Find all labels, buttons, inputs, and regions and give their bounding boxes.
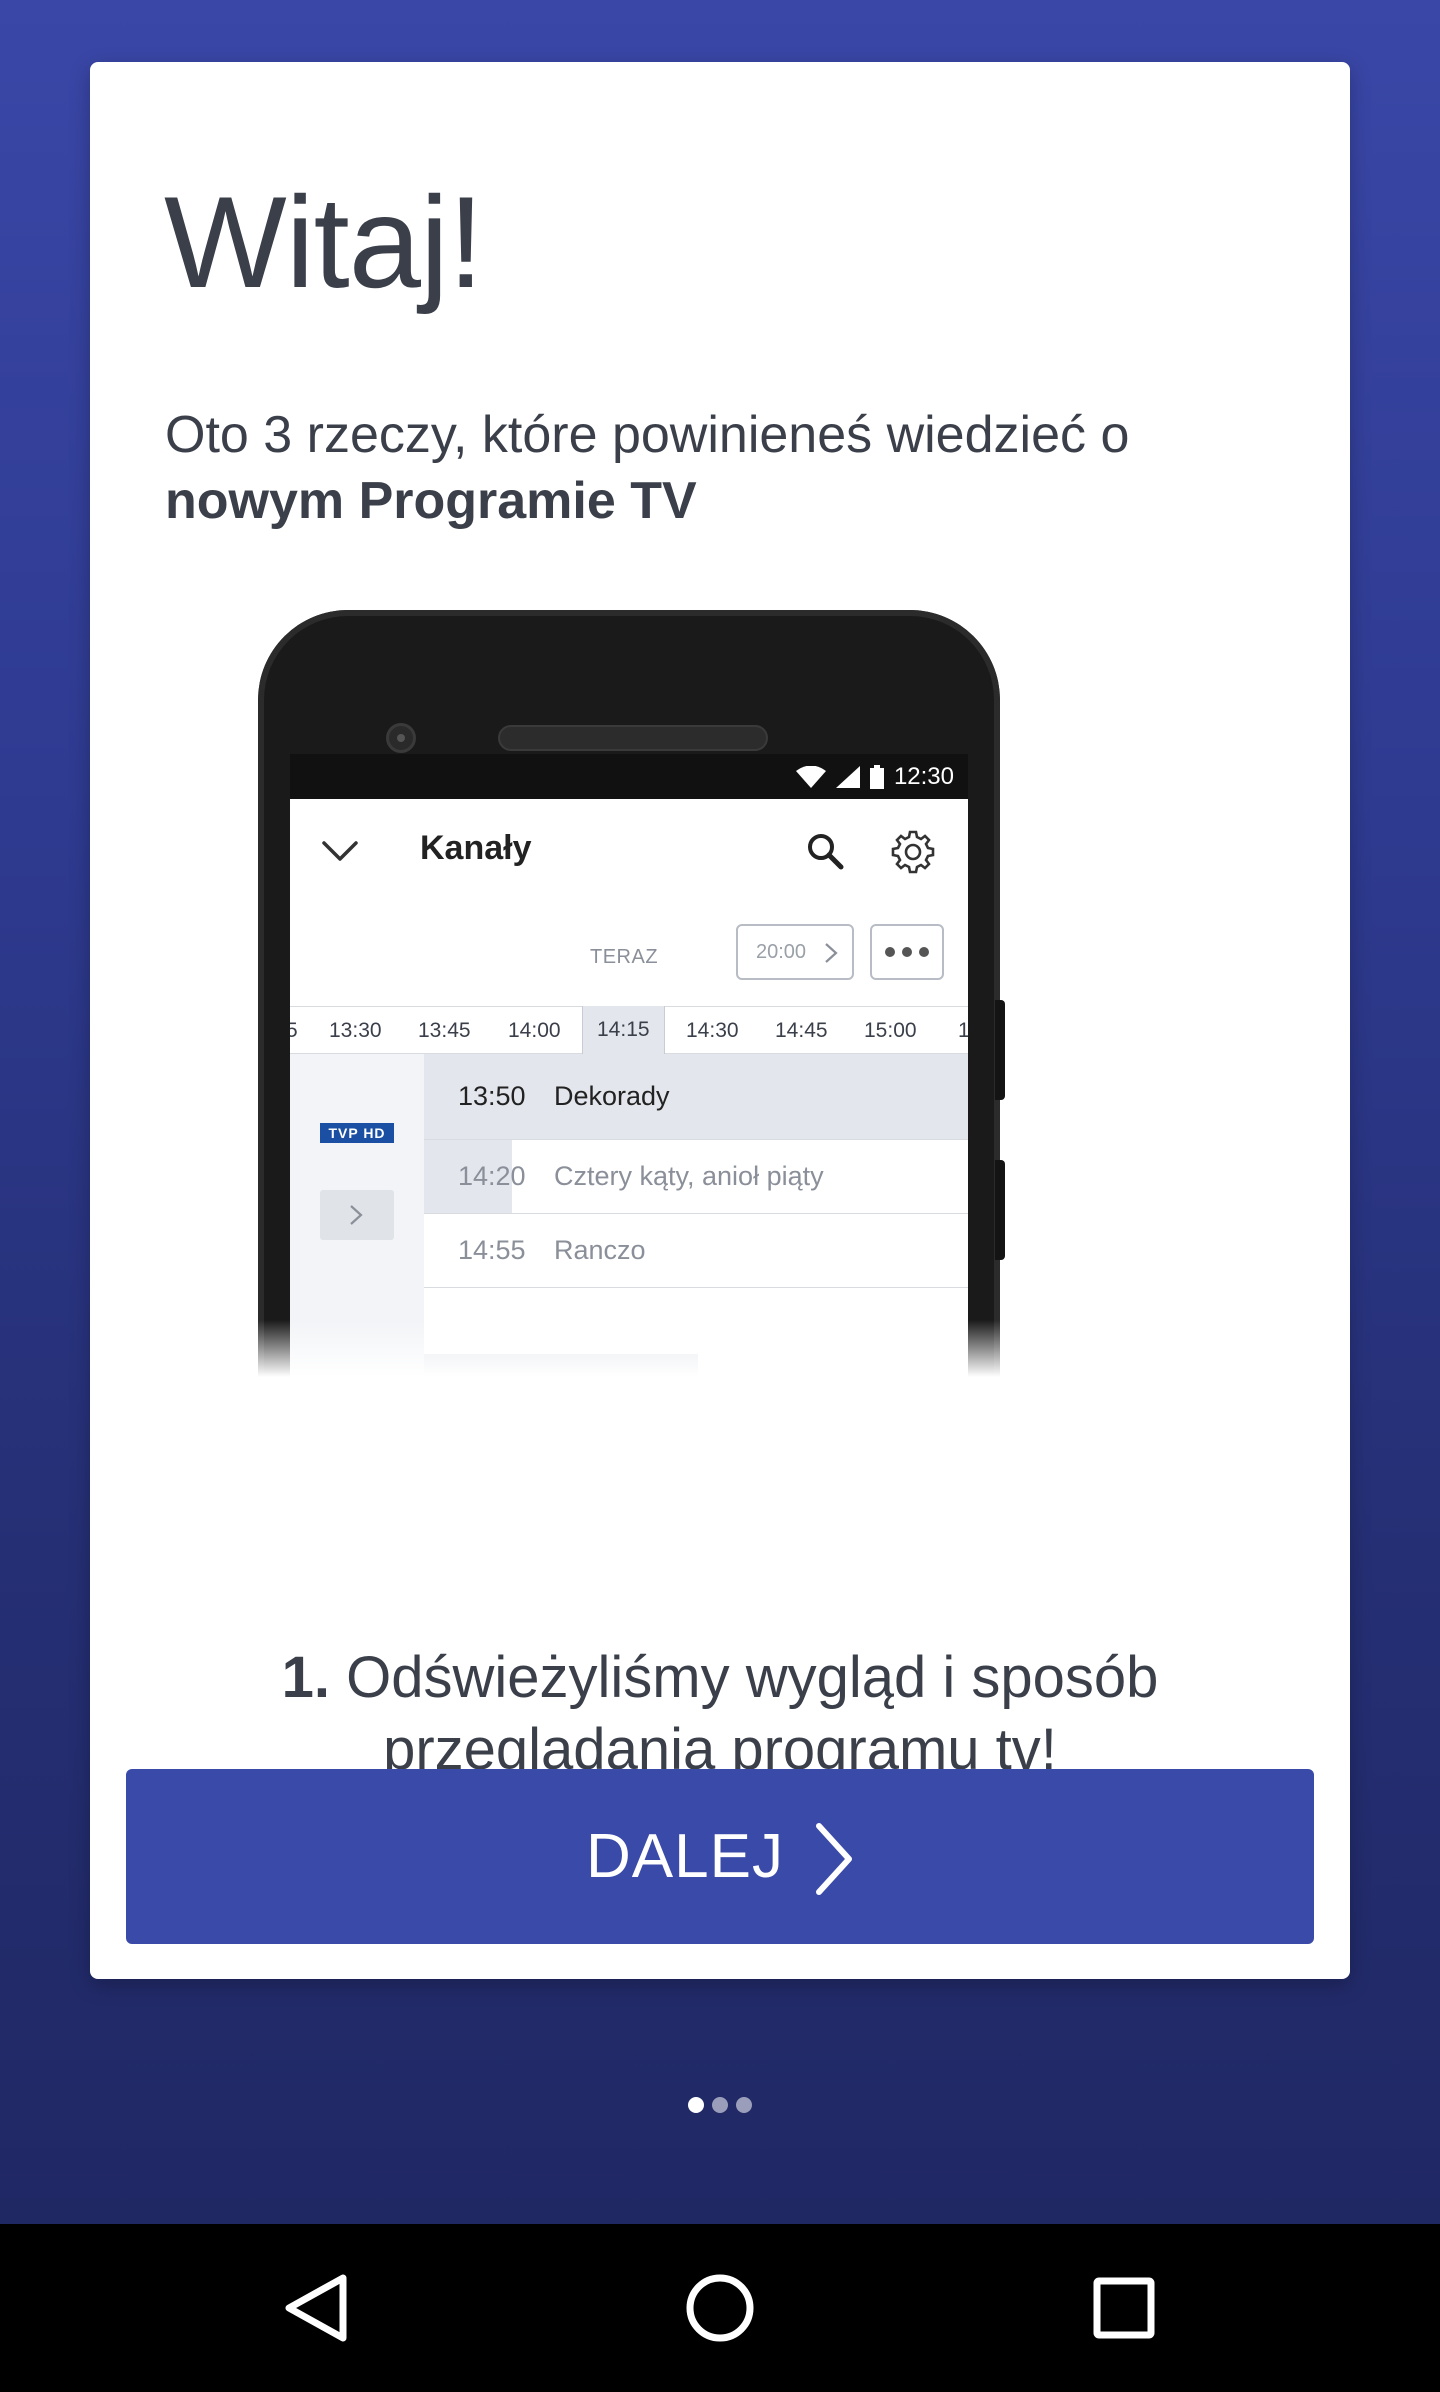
phone-camera: [386, 723, 416, 753]
timeline-tick: 5: [290, 1019, 298, 1042]
subtitle-intro: Oto 3 rzeczy, które powinieneś wiedzieć …: [165, 406, 1130, 464]
phone-screen: 12:30 Kanały TERAZ 20:00 5 13:30 13:45 1…: [290, 754, 968, 1380]
page-dot: [712, 2097, 728, 2113]
step-text-line1: Odświeżyliśmy wygląd i sposób: [346, 1645, 1159, 1710]
back-button[interactable]: [276, 2268, 356, 2348]
timeline-tick: 13:45: [418, 1019, 471, 1042]
subtitle: Oto 3 rzeczy, które powinieneś wiedzieć …: [165, 402, 1285, 534]
program-row: 13:50 Dekorady: [424, 1054, 968, 1140]
battery-icon: [869, 764, 884, 789]
app-bar: Kanały: [290, 799, 968, 903]
phone-side-button: [995, 1000, 1005, 1100]
page-dot: [736, 2097, 752, 2113]
next-button[interactable]: DALEJ: [126, 1769, 1314, 1944]
home-button[interactable]: [680, 2268, 760, 2348]
timeline: 5 13:30 13:45 14:00 14:15 14:30 14:45 15…: [290, 1006, 968, 1066]
phone-side-button: [995, 1160, 1005, 1260]
pagination-dots: [0, 2097, 1440, 2113]
more-options-icon: [870, 924, 944, 980]
wifi-icon: [795, 765, 826, 788]
time-picker-value: 20:00: [756, 940, 807, 963]
next-button-label: DALEJ: [586, 1822, 784, 1891]
chevron-right-icon: [825, 943, 838, 963]
now-label: TERAZ: [590, 946, 659, 968]
program-row: 14:20 Cztery kąty, anioł piąty: [424, 1140, 968, 1214]
program-time: 13:50: [458, 1081, 526, 1111]
timeline-tick: 14:00: [508, 1019, 561, 1042]
phone-fade: [248, 1320, 1018, 1380]
system-nav-bar: [0, 2224, 1440, 2392]
recents-icon: [1093, 2277, 1155, 2339]
timeline-tick: 13:30: [329, 1019, 382, 1042]
program-row: 14:55 Ranczo: [424, 1214, 968, 1288]
channel-logo: TVP HD: [320, 1123, 394, 1143]
program-name: Cztery kąty, anioł piąty: [554, 1161, 824, 1191]
next-channel-button: [320, 1190, 394, 1240]
back-icon: [285, 2274, 347, 2342]
timeline-tick-active: 14:15: [582, 1006, 665, 1066]
appbar-title: Kanały: [420, 829, 532, 867]
chevron-right-icon: [350, 1205, 363, 1225]
program-name: Ranczo: [554, 1235, 646, 1265]
program-time: 14:20: [458, 1161, 526, 1191]
gear-icon: [891, 830, 935, 874]
program-name: Dekorady: [554, 1081, 670, 1111]
program-time: 14:55: [458, 1235, 526, 1265]
timeline-tick: 14:45: [775, 1019, 828, 1042]
step-description: 1. Odświeżyliśmy wygląd i sposób przeglą…: [90, 1642, 1350, 1786]
timeline-tick: 1: [958, 1019, 968, 1042]
chevron-down-icon: [322, 841, 358, 861]
search-icon: [808, 834, 844, 870]
chevron-right-icon: [815, 1822, 852, 1895]
page-dot-active: [688, 2097, 704, 2113]
timeline-tick: 14:30: [686, 1019, 739, 1042]
timeline-tick: 15:00: [864, 1019, 917, 1042]
step-number: 1.: [281, 1645, 330, 1710]
home-icon: [686, 2274, 754, 2342]
subtitle-bold: nowym Programie TV: [165, 472, 697, 530]
signal-icon: [835, 765, 860, 788]
status-time: 12:30: [893, 762, 954, 790]
status-bar: 12:30: [290, 754, 968, 799]
recents-button[interactable]: [1084, 2268, 1164, 2348]
phone-speaker: [498, 725, 768, 751]
page-title: Witaj!: [164, 169, 484, 315]
time-picker-button: 20:00: [736, 924, 854, 980]
